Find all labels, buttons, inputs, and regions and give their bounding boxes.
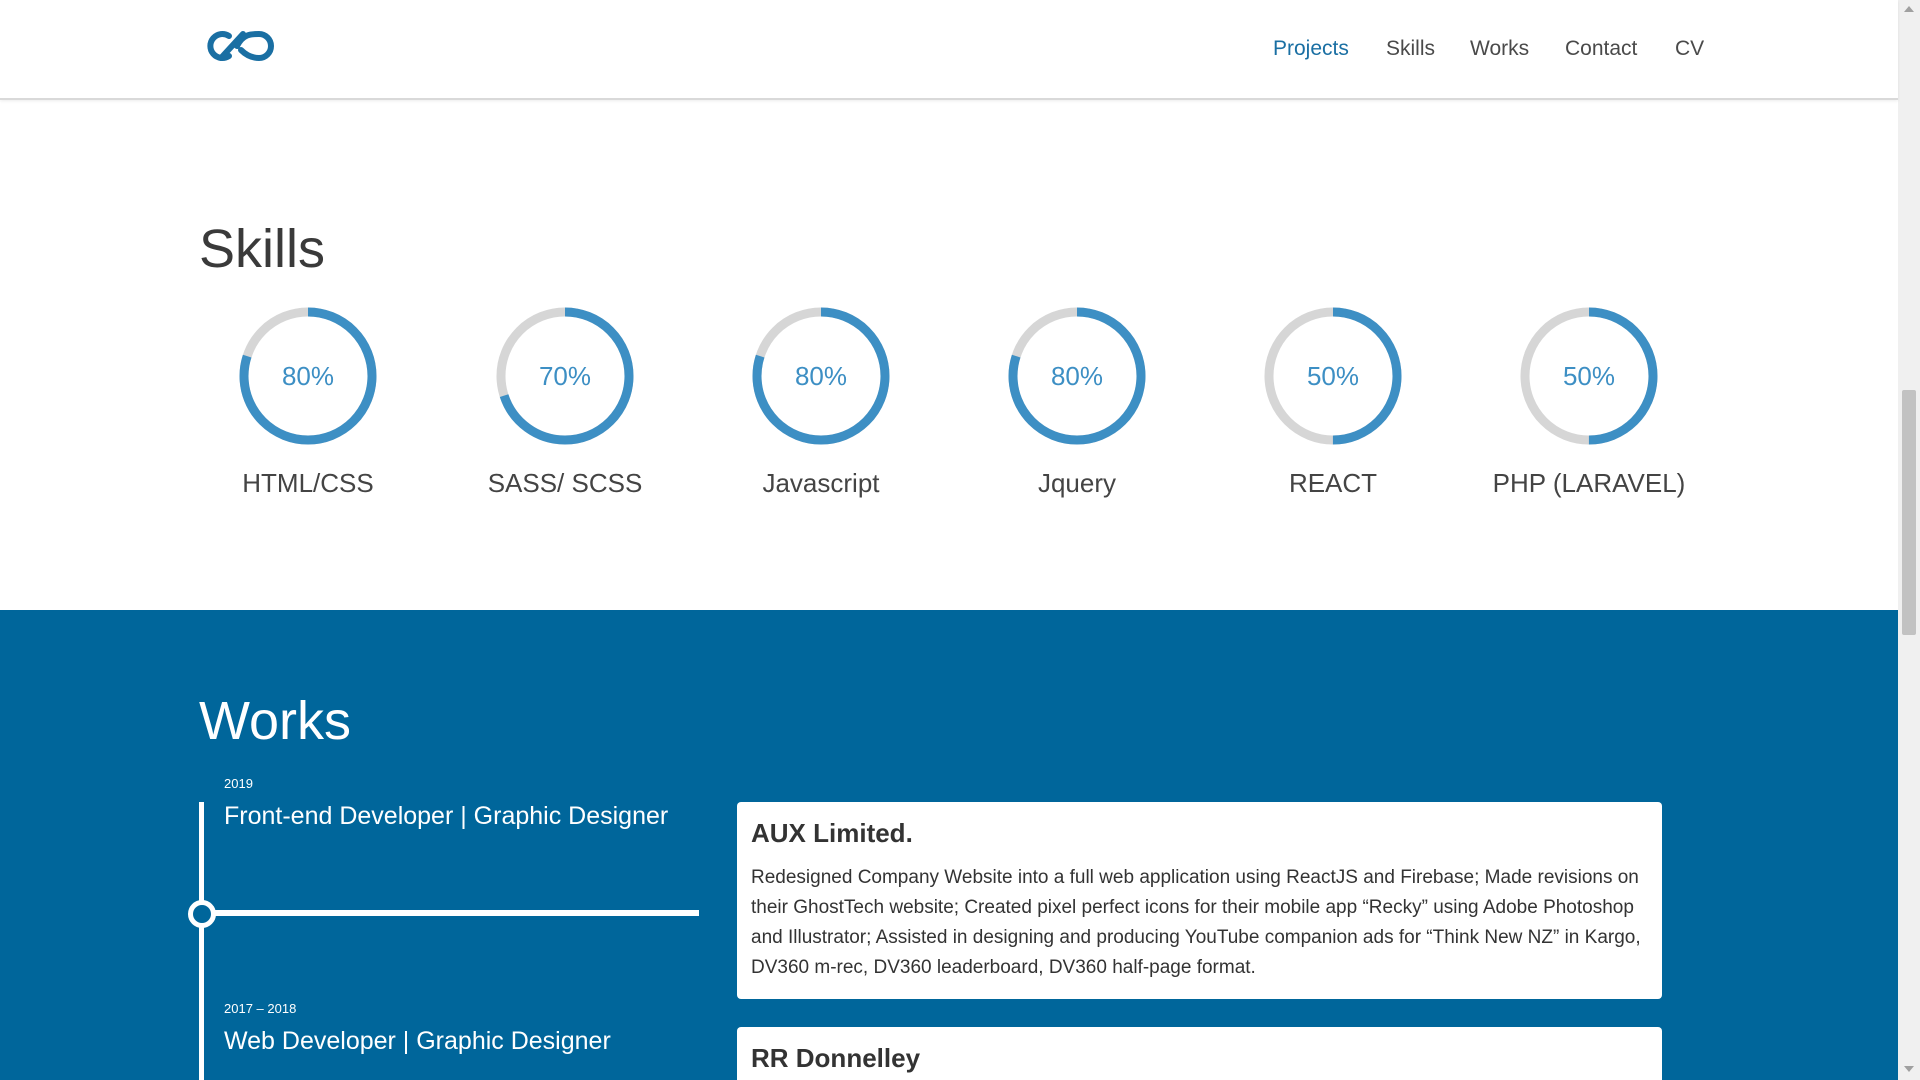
work-year: 2019: [224, 776, 253, 791]
skill-percent: 50%: [1306, 361, 1360, 391]
work-company: RR Donnelley: [751, 1043, 921, 1073]
skill-progress-ring: 50%: [1519, 306, 1659, 446]
skill-percent: 70%: [538, 361, 592, 391]
nav-contact[interactable]: Contact: [1565, 37, 1637, 61]
works-section: Works 2019 Front-end Developer | Graphic…: [0, 610, 1898, 1080]
skill-progress-ring: 50%: [1263, 306, 1403, 446]
skill-name: HTML/CSS: [242, 468, 374, 498]
scroll-up-arrow-icon[interactable]: [1904, 6, 1914, 12]
work-year: 2017 – 2018: [224, 1001, 297, 1016]
skill-percent: 80%: [1050, 361, 1104, 391]
timeline-marker: [188, 900, 216, 928]
timeline-line: [199, 802, 204, 1080]
skill-progress-ring: 80%: [751, 306, 891, 446]
skill-item: 70% SASS/ SCSS: [435, 306, 695, 499]
skill-percent: 80%: [281, 361, 335, 391]
nav-projects[interactable]: Projects: [1273, 37, 1349, 61]
skill-name: REACT: [1288, 468, 1378, 498]
skill-progress-ring: 80%: [238, 306, 378, 446]
work-card: AUX Limited. Redesigned Company Website …: [737, 802, 1662, 999]
skill-item: 50% REACT: [1203, 306, 1463, 499]
skill-item: 80% Javascript: [691, 306, 951, 499]
timeline-connector: [212, 910, 699, 916]
nav-works[interactable]: Works: [1470, 37, 1529, 61]
work-company: AUX Limited.: [751, 818, 913, 848]
nav-cv[interactable]: CV: [1675, 37, 1704, 61]
skill-item: 80% HTML/CSS: [178, 306, 438, 499]
site-header: Projects Skills Works Contact CV: [0, 0, 1898, 100]
skill-percent: 80%: [794, 361, 848, 391]
skill-percent: 50%: [1562, 361, 1616, 391]
work-description: Redesigned Company Website into a full w…: [751, 867, 1641, 978]
nav-skills[interactable]: Skills: [1386, 37, 1435, 61]
skills-heading: Skills: [199, 219, 326, 279]
skill-name: Jquery: [1037, 468, 1117, 498]
work-role: Web Developer | Graphic Designer: [224, 1027, 611, 1055]
work-role: Front-end Developer | Graphic Designer: [224, 802, 669, 830]
skill-item: 50% PHP (LARAVEL): [1459, 306, 1719, 499]
skill-name: PHP (LARAVEL): [1492, 468, 1686, 498]
skill-name: SASS/ SCSS: [487, 468, 643, 498]
works-heading: Works: [199, 691, 352, 751]
page-scrollbar[interactable]: [1898, 0, 1920, 1080]
skill-name: Javascript: [762, 468, 880, 498]
skill-progress-ring: 70%: [495, 306, 635, 446]
work-card: RR Donnelley: [737, 1027, 1662, 1080]
scroll-down-arrow-icon[interactable]: [1904, 1066, 1914, 1072]
scroll-thumb[interactable]: [1902, 390, 1916, 635]
site-logo[interactable]: [199, 28, 277, 64]
skill-item: 80% Jquery: [947, 306, 1207, 499]
skill-progress-ring: 80%: [1007, 306, 1147, 446]
